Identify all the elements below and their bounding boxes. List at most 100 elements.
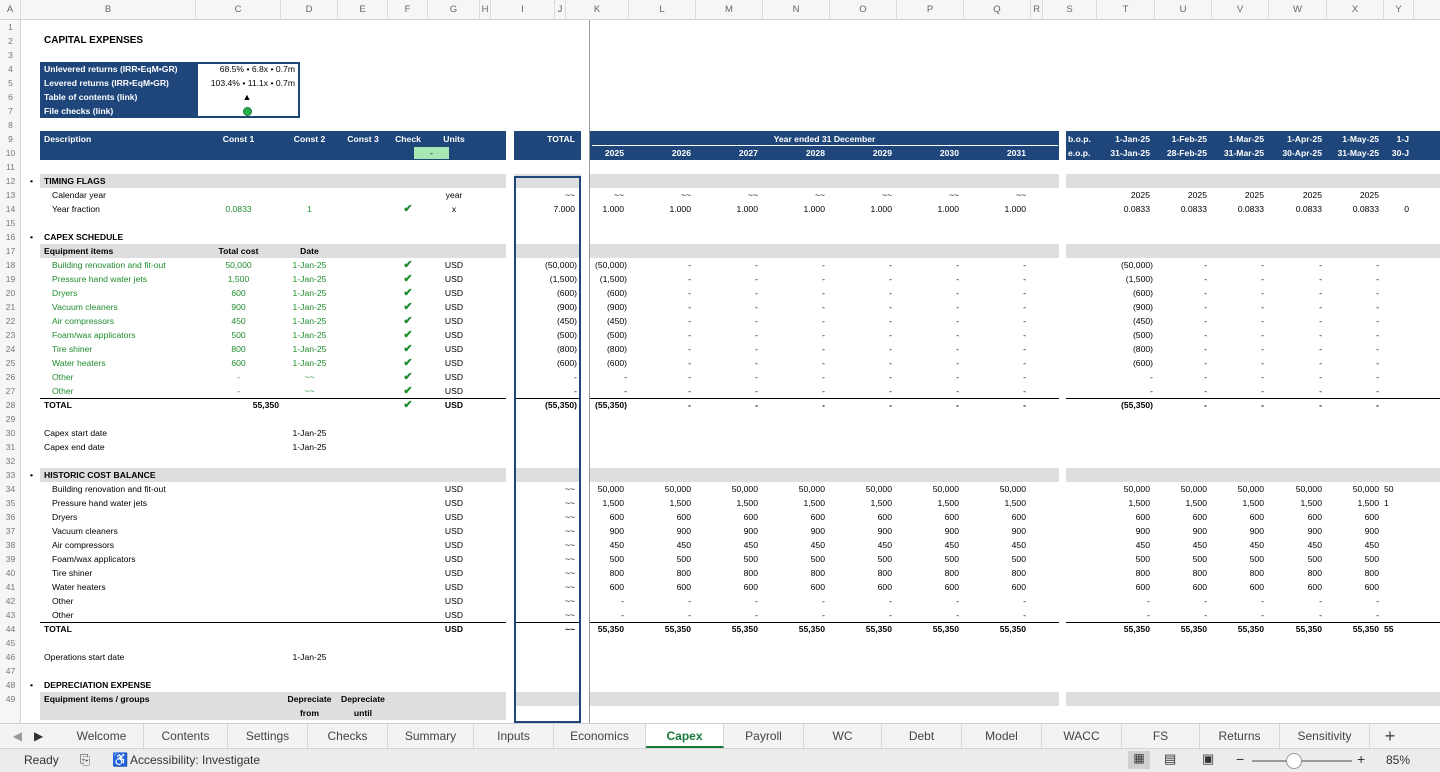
historic-item-month[interactable]: 900 — [1327, 524, 1384, 538]
historic-item-year[interactable]: 800 — [696, 566, 763, 580]
worksheet-grid[interactable]: CAPITAL EXPENSES Unlevered returns (IRR•E… — [21, 20, 1440, 723]
capex-item-month-value[interactable]: - — [1327, 286, 1384, 300]
sheet-tab-model[interactable]: Model — [962, 724, 1042, 748]
historic-item-unit[interactable]: USD — [428, 524, 480, 538]
sheet-tab-settings[interactable]: Settings — [228, 724, 308, 748]
capex-item-year-value[interactable]: - — [897, 314, 964, 328]
capex-item-unit[interactable]: USD — [428, 272, 480, 286]
historic-item-year[interactable]: 500 — [830, 552, 897, 566]
historic-item-year[interactable]: 450 — [629, 538, 696, 552]
historic-item-year[interactable]: 450 — [897, 538, 964, 552]
check-mark-icon[interactable]: ✔ — [388, 356, 428, 370]
historic-item-year[interactable]: 1,500 — [763, 496, 830, 510]
capex-item-month-value[interactable]: (900) — [1097, 300, 1155, 314]
row-header-3[interactable]: 3 — [0, 48, 20, 62]
capex-item-year-value[interactable]: - — [897, 300, 964, 314]
historic-item-month[interactable]: 900 — [1212, 524, 1269, 538]
capex-item-cost[interactable]: 50,000 — [196, 258, 281, 272]
historic-item-year[interactable]: 600 — [763, 580, 830, 594]
capex-item-month-value[interactable]: - — [1212, 328, 1269, 342]
capex-item-unit[interactable]: USD — [428, 286, 480, 300]
capex-item-cost[interactable]: 600 — [196, 356, 281, 370]
capex-item-cost[interactable]: - — [196, 370, 281, 384]
capex-item-month-value[interactable]: - — [1269, 300, 1327, 314]
calendar-year-unit[interactable]: year — [428, 188, 480, 202]
capex-item-year-value[interactable]: - — [763, 258, 830, 272]
row-header-4[interactable]: 4 — [0, 62, 20, 76]
capex-end-value[interactable]: 1-Jan-25 — [281, 440, 338, 454]
column-header-Y[interactable]: Y — [1384, 0, 1414, 20]
historic-item-year[interactable]: 800 — [964, 566, 1031, 580]
capex-item-year-value[interactable]: - — [629, 314, 696, 328]
historic-item-month[interactable]: - — [1155, 608, 1212, 622]
capex-item-year-value[interactable]: - — [830, 370, 897, 384]
capex-item-unit[interactable]: USD — [428, 258, 480, 272]
historic-total-year[interactable]: 55,350 — [763, 622, 830, 636]
historic-item-year[interactable]: 900 — [964, 524, 1031, 538]
historic-item-month-partial[interactable] — [1384, 538, 1414, 552]
historic-item-year[interactable]: 1,500 — [897, 496, 964, 510]
historic-item-unit[interactable]: USD — [428, 552, 480, 566]
row-header-28[interactable]: 28 — [0, 398, 20, 412]
row-header-25[interactable]: 25 — [0, 356, 20, 370]
historic-item-month[interactable]: 600 — [1155, 580, 1212, 594]
historic-item-year[interactable]: 600 — [696, 580, 763, 594]
historic-item-year[interactable]: 450 — [964, 538, 1031, 552]
capex-item-year-value[interactable]: - — [964, 258, 1031, 272]
capex-item-year-value[interactable]: - — [964, 356, 1031, 370]
capex-item-month-value[interactable]: - — [1269, 342, 1327, 356]
historic-item-year[interactable]: 600 — [696, 510, 763, 524]
historic-item-month[interactable]: 600 — [1155, 510, 1212, 524]
capex-item-year-value[interactable]: - — [830, 342, 897, 356]
capex-item-unit[interactable]: USD — [428, 356, 480, 370]
historic-item-year[interactable]: 600 — [897, 510, 964, 524]
capex-item-year-value[interactable]: - — [696, 342, 763, 356]
sheet-tab-payroll[interactable]: Payroll — [724, 724, 804, 748]
historic-item-month[interactable]: 450 — [1155, 538, 1212, 552]
historic-item-month[interactable]: - — [1327, 594, 1384, 608]
column-header-B[interactable]: B — [21, 0, 196, 20]
historic-item-year[interactable]: 1,500 — [964, 496, 1031, 510]
row-header-1[interactable]: 1 — [0, 20, 20, 34]
row-header-19[interactable]: 19 — [0, 272, 20, 286]
historic-item-year[interactable]: - — [763, 594, 830, 608]
historic-item-month[interactable]: 50,000 — [1212, 482, 1269, 496]
capex-item-year-value[interactable]: - — [830, 356, 897, 370]
historic-item-month[interactable]: 800 — [1155, 566, 1212, 580]
check-status-cell[interactable]: - — [414, 147, 449, 159]
check-mark-icon[interactable]: ✔ — [388, 202, 428, 216]
historic-item-year[interactable]: 450 — [696, 538, 763, 552]
check-mark-icon[interactable]: ✔ — [388, 272, 428, 286]
sheet-tab-inputs[interactable]: Inputs — [474, 724, 554, 748]
add-sheet-icon[interactable]: + — [1368, 724, 1412, 748]
capex-item-month-value[interactable]: - — [1327, 384, 1384, 398]
historic-item-year[interactable]: 500 — [629, 552, 696, 566]
capex-item-year-value[interactable]: - — [629, 328, 696, 342]
row-header-36[interactable]: 36 — [0, 510, 20, 524]
capex-item-cost[interactable]: 1,500 — [196, 272, 281, 286]
capex-item-year-value[interactable]: - — [964, 328, 1031, 342]
historic-item-year[interactable]: 450 — [830, 538, 897, 552]
historic-item-month[interactable]: 500 — [1097, 552, 1155, 566]
historic-total-year[interactable]: 55,350 — [897, 622, 964, 636]
sheet-tab-sensitivity[interactable]: Sensitivity — [1280, 724, 1370, 748]
capex-item-month-value[interactable]: - — [1212, 356, 1269, 370]
historic-item-month[interactable]: 800 — [1212, 566, 1269, 580]
historic-item-month[interactable]: 600 — [1212, 510, 1269, 524]
historic-item-year[interactable]: 600 — [629, 510, 696, 524]
capex-item-date[interactable]: 1-Jan-25 — [281, 272, 338, 286]
capex-total-cost[interactable]: 55,350 — [196, 398, 281, 412]
historic-item-year[interactable]: 600 — [830, 510, 897, 524]
tab-scroll-right-icon[interactable]: ▶ — [34, 729, 43, 743]
capex-item-month-value[interactable]: - — [1269, 272, 1327, 286]
historic-item-month[interactable]: 800 — [1327, 566, 1384, 580]
column-header-I[interactable]: I — [491, 0, 555, 20]
capex-item-year-value[interactable]: - — [897, 328, 964, 342]
capex-item-year-value[interactable]: - — [696, 272, 763, 286]
historic-item-month[interactable]: 450 — [1097, 538, 1155, 552]
capex-item-month-value[interactable]: (500) — [1097, 328, 1155, 342]
capex-item-date[interactable]: ~~ — [281, 370, 338, 384]
historic-item-year[interactable]: - — [696, 608, 763, 622]
capex-item-date[interactable]: 1-Jan-25 — [281, 328, 338, 342]
sheet-tab-wc[interactable]: WC — [804, 724, 882, 748]
